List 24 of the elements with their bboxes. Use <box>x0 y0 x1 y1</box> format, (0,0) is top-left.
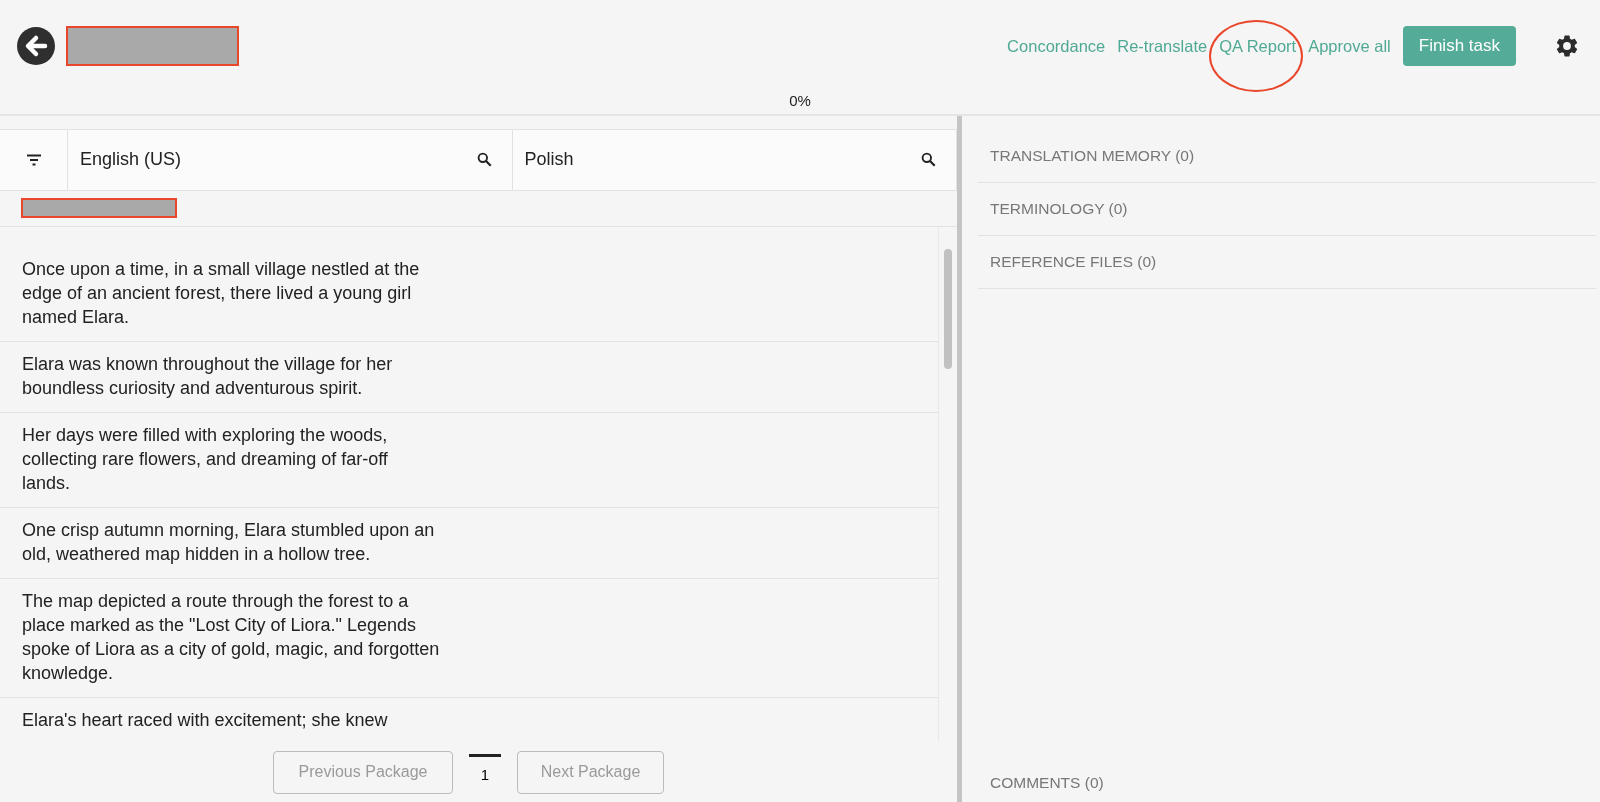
language-column-header: Polish <box>524 149 574 171</box>
filter-icon[interactable] <box>25 153 42 166</box>
page-number[interactable]: 1 <box>469 753 501 783</box>
source-segment-text[interactable]: Elara's heart raced with excitement; she knew <box>22 707 440 732</box>
search-icon[interactable] <box>921 152 936 168</box>
language-column-header: English (US) <box>80 149 182 171</box>
comments-section-header[interactable]: COMMENTS (0) <box>990 774 1104 791</box>
source-segment-text[interactable]: Once upon a time, in a small village nestled at the edge of an ancient forest, there lived a young girl named Elara. <box>22 256 440 329</box>
toolbar-link[interactable]: Approve all <box>1308 36 1391 56</box>
progress-percentage: 0% <box>788 92 812 109</box>
source-segment-text[interactable]: The map depicted a route through the forest to a place marked as the "Lost City of Liora." Legends spoke of Liora as a city of gold, magic, and forgotten knowledge. <box>22 588 440 685</box>
panel-section-header[interactable]: TRANSLATION MEMORY (0) <box>990 147 1195 165</box>
toolbar-link[interactable]: Concordance <box>1007 36 1106 56</box>
finish-task-button[interactable]: Finish task <box>1402 26 1516 66</box>
settings-icon[interactable] <box>1554 33 1580 59</box>
source-segment-text[interactable]: Her days were filled with exploring the woods, collecting rare flowers, and dreaming of far-off lands. <box>22 422 440 495</box>
panel-section-header[interactable]: TERMINOLOGY (0) <box>990 200 1128 218</box>
source-segment-text[interactable]: Elara was known throughout the village for her boundless curiosity and adventurous spirit. <box>22 351 440 400</box>
scrollbar-thumb[interactable] <box>944 248 952 369</box>
toolbar-link[interactable]: QA Report <box>1219 36 1297 56</box>
source-segment-text[interactable]: One crisp autumn morning, Elara stumbled upon an old, weathered map hidden in a hollow tree. <box>22 517 440 566</box>
search-icon[interactable] <box>476 152 492 168</box>
panel-section-header[interactable]: REFERENCE FILES (0) <box>990 253 1157 271</box>
toolbar-link[interactable]: Re-translate <box>1117 36 1208 56</box>
